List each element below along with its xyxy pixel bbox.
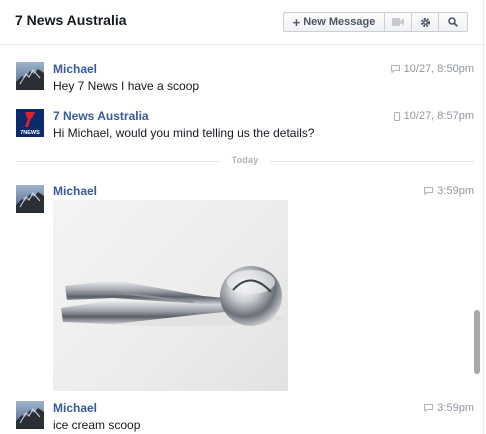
message-thread[interactable]: Michael Hey 7 News I have a scoop 10/27,… xyxy=(0,45,486,434)
sender-name[interactable]: Michael xyxy=(53,184,97,198)
news-logo-text: 7NEWS xyxy=(20,130,40,136)
new-message-button[interactable]: + New Message xyxy=(283,12,385,32)
timestamp-text: 10/27, 8:57pm xyxy=(403,110,474,122)
message-text: Hi Michael, would you mind telling us th… xyxy=(53,126,315,140)
conversation-title: 7 News Australia xyxy=(15,12,127,28)
timestamp-text: 3:59pm xyxy=(437,185,474,197)
ice-cream-scoop-image xyxy=(61,266,283,326)
photo-attachment[interactable] xyxy=(53,200,288,391)
mobile-icon xyxy=(393,111,400,121)
avatar[interactable]: 7NEWS xyxy=(16,109,44,137)
message-text: ice cream scoop xyxy=(53,418,141,432)
avatar[interactable] xyxy=(16,185,44,213)
chat-bubble-icon xyxy=(390,65,400,73)
new-message-label: New Message xyxy=(303,16,376,28)
gear-icon xyxy=(420,17,430,27)
header-toolbar: + New Message xyxy=(283,12,468,32)
conversation-header: 7 News Australia + New Message xyxy=(0,0,486,45)
date-divider-label: Today xyxy=(220,155,270,165)
avatar[interactable] xyxy=(16,62,44,90)
sender-name[interactable]: Michael xyxy=(53,401,97,415)
settings-button[interactable] xyxy=(412,12,439,32)
plus-icon: + xyxy=(292,14,301,30)
video-icon xyxy=(392,18,404,26)
search-button[interactable] xyxy=(439,12,468,32)
message-timestamp: 10/27, 8:57pm xyxy=(393,110,474,122)
message-timestamp: 10/27, 8:50pm xyxy=(390,63,474,75)
sender-name[interactable]: Michael xyxy=(53,62,97,76)
message-text: Hey 7 News I have a scoop xyxy=(53,79,200,93)
panel-border xyxy=(483,0,484,434)
chat-bubble-icon xyxy=(424,187,434,195)
avatar[interactable] xyxy=(16,401,44,429)
timestamp-text: 3:59pm xyxy=(437,402,474,414)
search-icon xyxy=(448,17,458,27)
message-timestamp: 3:59pm xyxy=(424,402,474,414)
timestamp-text: 10/27, 8:50pm xyxy=(403,63,474,75)
chat-bubble-icon xyxy=(424,404,434,412)
message-timestamp: 3:59pm xyxy=(424,185,474,197)
sender-name[interactable]: 7 News Australia xyxy=(53,109,149,123)
video-call-button[interactable] xyxy=(385,12,412,32)
scrollbar[interactable] xyxy=(474,310,480,374)
